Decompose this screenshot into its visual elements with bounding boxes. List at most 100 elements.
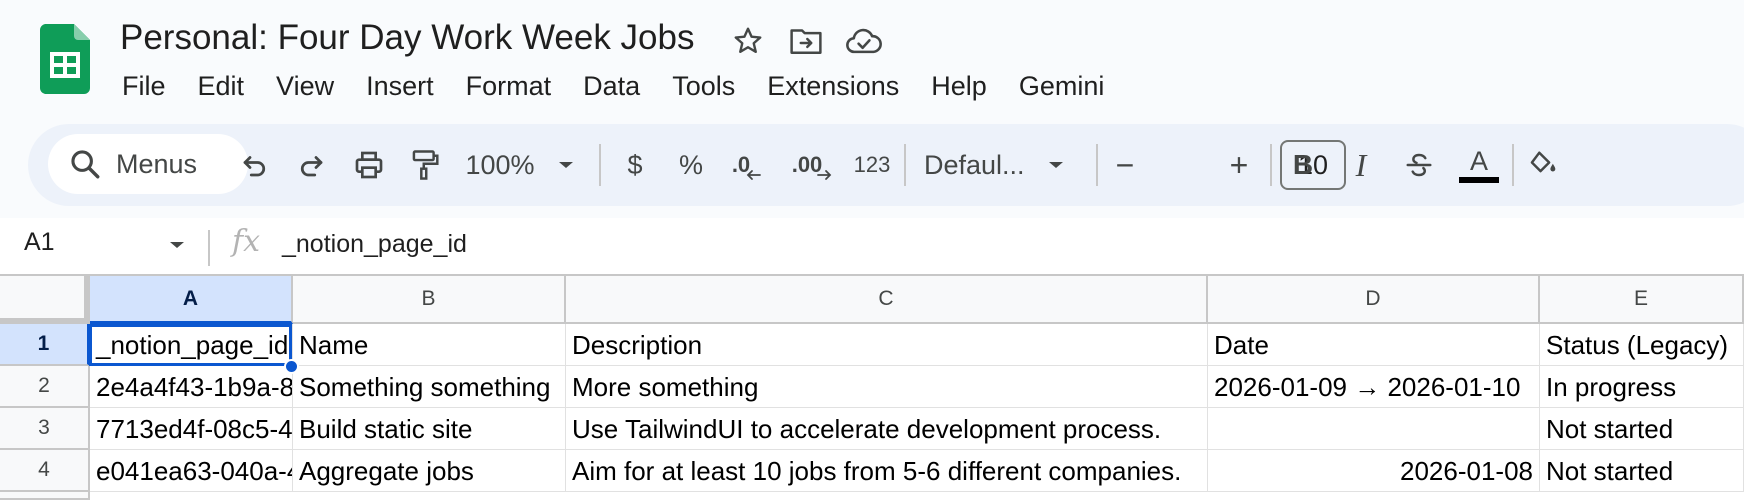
- menu-insert[interactable]: Insert: [350, 71, 450, 102]
- row-header-5[interactable]: [0, 492, 90, 500]
- cell-e3[interactable]: Not started: [1540, 408, 1744, 450]
- undo-button[interactable]: [228, 124, 282, 206]
- cell-c3[interactable]: Use TailwindUI to accelerate development…: [566, 408, 1208, 450]
- search-icon: [71, 150, 100, 179]
- top-bar: Personal: Four Day Work Week Jobs File E…: [0, 0, 1744, 218]
- print-icon: [355, 151, 383, 179]
- chevron-down-icon: [1048, 162, 1063, 168]
- cell-c1[interactable]: Description: [566, 324, 1208, 366]
- cell-c4[interactable]: Aim for at least 10 jobs from 5-6 differ…: [566, 450, 1208, 492]
- row-header-2[interactable]: 2: [0, 366, 90, 408]
- menu-gemini[interactable]: Gemini: [1003, 71, 1121, 102]
- cell-d4[interactable]: 2026-01-08: [1208, 450, 1540, 492]
- number-format-label: 123: [853, 152, 891, 177]
- text-color-swatch: [1459, 177, 1499, 183]
- text-color-icon: A: [1469, 146, 1488, 176]
- redo-icon: [300, 156, 323, 177]
- print-button[interactable]: [342, 124, 396, 206]
- chevron-down-icon[interactable]: [168, 240, 186, 250]
- cell-b1[interactable]: Name: [293, 324, 566, 366]
- sheets-logo-icon[interactable]: [39, 24, 90, 94]
- italic-button[interactable]: I: [1334, 124, 1388, 206]
- document-title[interactable]: Personal: Four Day Work Week Jobs: [120, 18, 694, 58]
- arrow-left-icon: [746, 170, 762, 180]
- name-box[interactable]: A1: [24, 228, 55, 257]
- star-icon[interactable]: [728, 24, 768, 58]
- row-header-4[interactable]: 4: [0, 450, 90, 492]
- number-format-button[interactable]: 123: [842, 124, 902, 206]
- cell-d1[interactable]: Date: [1208, 324, 1540, 366]
- column-header-a[interactable]: A: [90, 276, 293, 324]
- strikethrough-button[interactable]: [1392, 124, 1446, 206]
- cloud-saved-icon[interactable]: [844, 24, 884, 58]
- formula-bar-divider: [208, 230, 210, 266]
- increase-decimal-button[interactable]: .00: [780, 124, 844, 206]
- fill-bucket-icon: [1530, 151, 1556, 173]
- cell-b3[interactable]: Build static site: [293, 408, 566, 450]
- fx-icon: fx: [232, 224, 261, 259]
- cell-a2[interactable]: 2e4a4f43-1b9a-8: [90, 366, 293, 408]
- title-actions: [728, 24, 884, 58]
- minus-icon: −: [1115, 146, 1135, 183]
- toolbar-divider: [904, 144, 906, 186]
- menu-view[interactable]: View: [260, 71, 350, 102]
- formula-bar: A1 fx _notion_page_id: [0, 218, 1744, 276]
- spreadsheet-grid: A B C D E 1 _notion_page_id Name Descrip…: [0, 276, 1744, 500]
- fill-color-button[interactable]: [1516, 124, 1570, 206]
- search-menus-label: Menus: [116, 148, 198, 179]
- column-header-e[interactable]: E: [1540, 276, 1744, 324]
- paint-roller-icon: [412, 150, 439, 180]
- decrease-font-size-button[interactable]: −: [1098, 124, 1152, 206]
- formula-input[interactable]: _notion_page_id: [282, 230, 467, 259]
- strikethrough-icon: [1406, 153, 1432, 177]
- row-header-3[interactable]: 3: [0, 408, 90, 450]
- fill-handle[interactable]: [284, 359, 299, 374]
- column-header-b[interactable]: B: [293, 276, 566, 324]
- increase-font-size-button[interactable]: +: [1212, 124, 1266, 206]
- font-family-value: Defaul...: [924, 149, 1025, 180]
- menu-format[interactable]: Format: [450, 71, 568, 102]
- percent-format-button[interactable]: %: [664, 124, 718, 206]
- cell-d2[interactable]: 2026-01-09 → 2026-01-10: [1208, 366, 1540, 408]
- zoom-value: 100%: [465, 149, 535, 180]
- currency-symbol: $: [627, 149, 643, 180]
- plus-icon: +: [1229, 146, 1249, 183]
- cell-a1[interactable]: _notion_page_id: [90, 324, 293, 366]
- cell-a3[interactable]: 7713ed4f-08c5-4: [90, 408, 293, 450]
- cell-e4[interactable]: Not started: [1540, 450, 1744, 492]
- bold-button[interactable]: B: [1276, 124, 1330, 206]
- menu-edit[interactable]: Edit: [182, 71, 261, 102]
- menu-extensions[interactable]: Extensions: [751, 71, 915, 102]
- column-header-c[interactable]: C: [566, 276, 1208, 324]
- cell-b2[interactable]: Something something: [293, 366, 566, 408]
- menu-file[interactable]: File: [106, 71, 182, 102]
- row-header-1[interactable]: 1: [0, 324, 90, 366]
- arrow-right-icon: [817, 170, 832, 180]
- cell-a4[interactable]: e041ea63-040a-4: [90, 450, 293, 492]
- move-folder-icon[interactable]: [786, 24, 826, 58]
- menu-bar: File Edit View Insert Format Data Tools …: [106, 66, 1120, 106]
- menu-data[interactable]: Data: [567, 71, 656, 102]
- cell-e2[interactable]: In progress: [1540, 366, 1744, 408]
- toolbar-divider: [599, 144, 601, 186]
- percent-symbol: %: [678, 149, 703, 180]
- menu-help[interactable]: Help: [915, 71, 1003, 102]
- cell-b4[interactable]: Aggregate jobs: [293, 450, 566, 492]
- currency-format-button[interactable]: $: [608, 124, 662, 206]
- menu-tools[interactable]: Tools: [656, 71, 751, 102]
- cell-e1[interactable]: Status (Legacy): [1540, 324, 1744, 366]
- redo-button[interactable]: [284, 124, 338, 206]
- search-menus-button[interactable]: Menus: [48, 134, 248, 194]
- toolbar-divider: [1270, 144, 1272, 186]
- cell-d3[interactable]: [1208, 408, 1540, 450]
- font-family-select[interactable]: Defaul...: [924, 124, 1084, 206]
- italic-icon: I: [1355, 146, 1367, 183]
- select-all-corner[interactable]: [0, 276, 90, 324]
- zoom-select[interactable]: 100%: [460, 124, 580, 206]
- column-header-d[interactable]: D: [1208, 276, 1540, 324]
- cell-c2[interactable]: More something: [566, 366, 1208, 408]
- text-color-button[interactable]: A: [1452, 124, 1506, 206]
- decrease-decimal-button[interactable]: .0: [720, 124, 774, 206]
- paint-format-button[interactable]: [398, 124, 452, 206]
- toolbar-divider: [1512, 144, 1514, 186]
